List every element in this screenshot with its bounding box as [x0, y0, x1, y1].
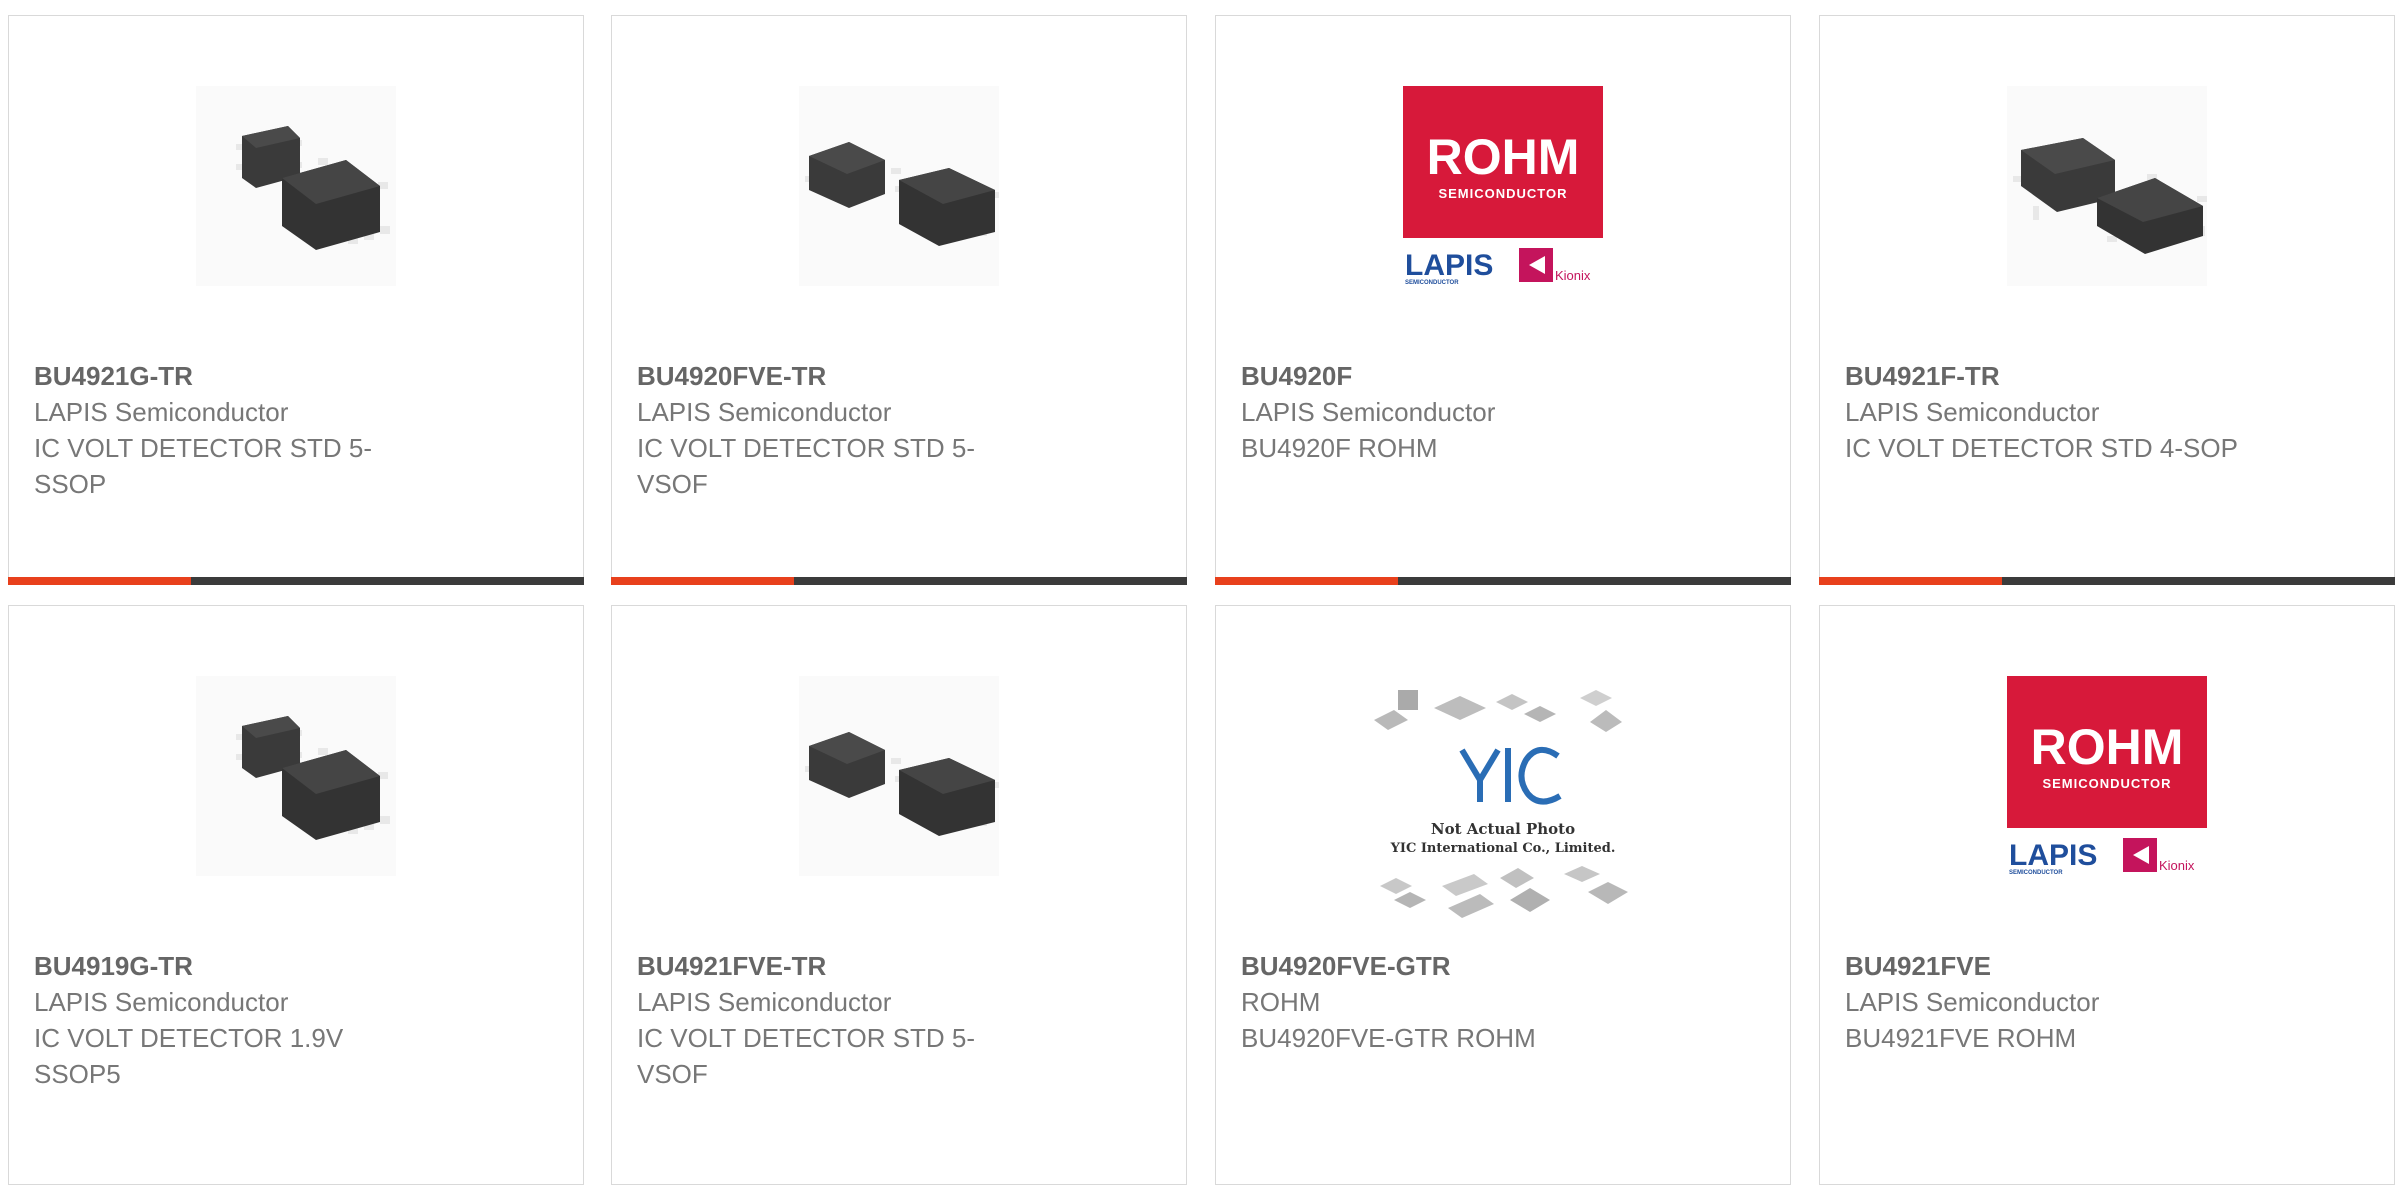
product-card[interactable]: BU4921FVE-TR LAPIS Semiconductor IC VOLT…: [611, 605, 1187, 1185]
description: IC VOLT DETECTOR STD 5-VSOF: [637, 433, 976, 499]
product-grid: BU4921G-TR LAPIS Semiconductor IC VOLT D…: [0, 0, 2400, 1185]
product-card[interactable]: ROHM SEMICONDUCTOR LAPIS SEMICONDUCTOR K…: [1215, 15, 1791, 585]
chip-vsof5-icon: [805, 732, 999, 836]
card-footer-accent: [1819, 577, 2002, 585]
product-card[interactable]: Not Actual Photo YIC International Co., …: [1215, 605, 1791, 1185]
product-card[interactable]: BU4919G-TR LAPIS Semiconductor IC VOLT D…: [8, 605, 584, 1185]
part-number[interactable]: BU4919G-TR: [34, 948, 454, 984]
product-card[interactable]: ROHM SEMICONDUCTOR LAPIS SEMICONDUCTOR K…: [1819, 605, 2395, 1185]
chip-ssop5-icon: [236, 126, 390, 250]
svg-text:Kionix: Kionix: [2159, 858, 2195, 873]
rohm-logo-icon: ROHM SEMICONDUCTOR LAPIS SEMICONDUCTOR K…: [1403, 86, 1603, 286]
part-number[interactable]: BU4921G-TR: [34, 358, 454, 394]
manufacturer: ROHM: [1241, 987, 1321, 1017]
svg-text:Kionix: Kionix: [1555, 268, 1591, 283]
card-footer-accent: [1215, 577, 1398, 585]
product-image[interactable]: [196, 86, 396, 286]
card-footer-bar: [611, 577, 1187, 585]
part-number[interactable]: BU4921F-TR: [1845, 358, 2265, 394]
svg-text:LAPIS: LAPIS: [1405, 249, 1493, 282]
manufacturer: LAPIS Semiconductor: [637, 397, 892, 427]
part-number[interactable]: BU4921FVE-TR: [637, 948, 1057, 984]
manufacturer: LAPIS Semiconductor: [34, 397, 289, 427]
chip-sop4-icon: [2013, 138, 2207, 254]
card-footer-accent: [611, 577, 794, 585]
product-image[interactable]: ROHM SEMICONDUCTOR LAPIS SEMICONDUCTOR K…: [2007, 676, 2207, 876]
svg-text:SEMICONDUCTOR: SEMICONDUCTOR: [2009, 870, 2063, 876]
product-image[interactable]: Not Actual Photo YIC International Co., …: [1368, 686, 1638, 926]
product-card[interactable]: BU4921G-TR LAPIS Semiconductor IC VOLT D…: [8, 15, 584, 585]
chip-ssop5-icon: [236, 716, 390, 840]
rohm-logo-icon: ROHM SEMICONDUCTOR LAPIS SEMICONDUCTOR K…: [2007, 676, 2207, 876]
svg-text:YIC International Co., Limited: YIC International Co., Limited.: [1390, 841, 1616, 856]
svg-text:LAPIS: LAPIS: [2009, 839, 2097, 872]
svg-text:Not Actual Photo: Not Actual Photo: [1431, 820, 1575, 838]
product-image[interactable]: [799, 676, 999, 876]
part-number[interactable]: BU4921FVE: [1845, 948, 2265, 984]
description: BU4920FVE-GTR ROHM: [1241, 1023, 1536, 1053]
manufacturer: LAPIS Semiconductor: [1845, 397, 2100, 427]
product-image[interactable]: [196, 676, 396, 876]
card-footer-accent: [8, 577, 191, 585]
manufacturer: LAPIS Semiconductor: [34, 987, 289, 1017]
description: IC VOLT DETECTOR 1.9V SSOP5: [34, 1023, 344, 1089]
manufacturer: LAPIS Semiconductor: [637, 987, 892, 1017]
svg-text:SEMICONDUCTOR: SEMICONDUCTOR: [2042, 776, 2171, 791]
description: IC VOLT DETECTOR STD 4-SOP: [1845, 433, 2238, 463]
card-footer-bar: [1819, 577, 2395, 585]
product-card[interactable]: BU4921F-TR LAPIS Semiconductor IC VOLT D…: [1819, 15, 2395, 585]
product-image[interactable]: [2007, 86, 2207, 286]
description: IC VOLT DETECTOR STD 5-VSOF: [637, 1023, 976, 1089]
svg-text:ROHM: ROHM: [1427, 129, 1580, 185]
card-footer-bar: [1215, 577, 1791, 585]
product-image[interactable]: ROHM SEMICONDUCTOR LAPIS SEMICONDUCTOR K…: [1403, 86, 1603, 286]
part-number[interactable]: BU4920FVE-TR: [637, 358, 1057, 394]
product-card[interactable]: BU4920FVE-TR LAPIS Semiconductor IC VOLT…: [611, 15, 1187, 585]
description: BU4920F ROHM: [1241, 433, 1438, 463]
card-footer-bar: [8, 577, 584, 585]
yic-placeholder-icon: Not Actual Photo YIC International Co., …: [1374, 690, 1628, 918]
svg-text:SEMICONDUCTOR: SEMICONDUCTOR: [1438, 186, 1567, 201]
part-number[interactable]: BU4920FVE-GTR: [1241, 948, 1661, 984]
svg-text:ROHM: ROHM: [2031, 719, 2184, 775]
description: BU4921FVE ROHM: [1845, 1023, 2077, 1053]
manufacturer: LAPIS Semiconductor: [1845, 987, 2100, 1017]
svg-text:SEMICONDUCTOR: SEMICONDUCTOR: [1405, 280, 1459, 286]
chip-vsof5-icon: [805, 142, 999, 246]
description: IC VOLT DETECTOR STD 5-SSOP: [34, 433, 373, 499]
part-number[interactable]: BU4920F: [1241, 358, 1661, 394]
manufacturer: LAPIS Semiconductor: [1241, 397, 1496, 427]
product-image[interactable]: [799, 86, 999, 286]
